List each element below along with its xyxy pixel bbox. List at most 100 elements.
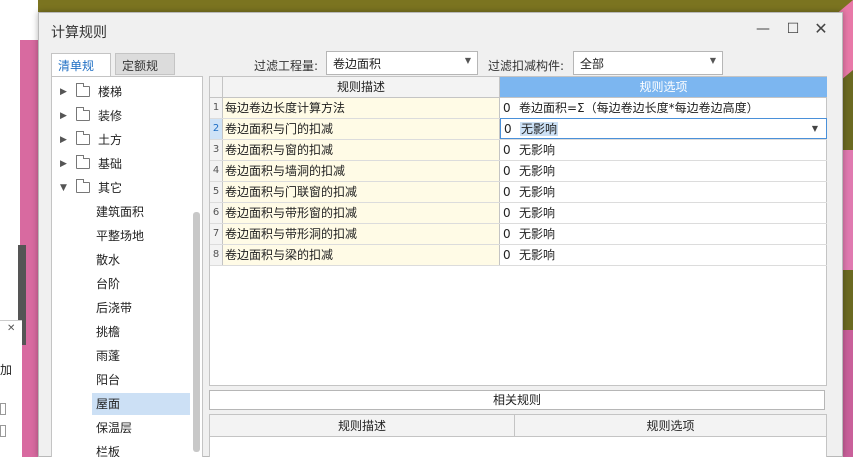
chevron-down-icon: ▼ <box>464 56 471 65</box>
option-value: 无影响 <box>519 143 556 157</box>
option-value: 无影响 <box>519 206 556 220</box>
row-number: 6 <box>210 203 223 223</box>
filter-quantity-label: 过滤工程量: <box>254 59 319 73</box>
filter-quantity-value: 卷边面积 <box>333 57 382 71</box>
option-code: 0 <box>503 227 511 241</box>
tree-item-parapet[interactable]: 栏板 <box>92 441 190 457</box>
tree-folder-foundation[interactable]: ▶ 基础 <box>52 153 192 175</box>
rule-desc-cell: 每边卷边长度计算方法 <box>223 98 500 118</box>
rule-option-cell[interactable]: 0 卷边面积=Σ（每边卷边长度*每边卷边高度） <box>500 98 827 118</box>
minimize-button[interactable]: — <box>753 19 773 39</box>
option-code: 0 <box>504 122 512 136</box>
tree-item-insulation[interactable]: 保温层 <box>92 417 190 439</box>
desktop-background-top <box>0 0 853 12</box>
tree-item-roof[interactable]: 屋面 <box>92 393 190 415</box>
rule-desc-cell: 卷边面积与带形洞的扣减 <box>223 224 500 244</box>
background-side-panel: ✕ 加 <box>0 320 22 457</box>
calc-rules-dialog: 计算规则 — ☐ ✕ 清单规则 定额规则 过滤工程量: 卷边面积 ▼ 过滤扣减构… <box>38 12 843 457</box>
rule-desc-cell: 卷边面积与门联窗的扣减 <box>223 182 500 202</box>
chevron-down-icon: ▼ <box>709 56 716 65</box>
table-row[interactable]: 2 卷边面积与门的扣减 0 无影响 ▼ <box>210 118 827 140</box>
grid-corner <box>210 77 223 98</box>
chevron-right-icon[interactable]: ▶ <box>60 81 67 103</box>
table-row[interactable]: 5 卷边面积与门联窗的扣减 0 无影响 <box>210 182 827 203</box>
tree-item-eave[interactable]: 挑檐 <box>92 321 190 343</box>
option-code: 0 <box>503 248 511 262</box>
option-value: 无影响 <box>519 185 556 199</box>
tree-item-balcony[interactable]: 阳台 <box>92 369 190 391</box>
rule-option-cell[interactable]: 0 无影响 <box>500 203 827 223</box>
row-number: 8 <box>210 245 223 265</box>
filter-deduct-value: 全部 <box>580 57 605 71</box>
tab-quota-rules[interactable]: 定额规则 <box>115 53 175 90</box>
title-bar[interactable]: 计算规则 — ☐ ✕ <box>39 13 842 49</box>
rule-option-cell[interactable]: 0 无影响 <box>500 245 827 265</box>
option-code: 0 <box>503 143 511 157</box>
folder-icon <box>76 107 90 121</box>
table-row[interactable]: 8 卷边面积与梁的扣减 0 无影响 <box>210 245 827 266</box>
rule-option-dropdown[interactable]: 0 无影响 ▼ <box>500 118 827 139</box>
row-number: 3 <box>210 140 223 160</box>
maximize-button[interactable]: ☐ <box>783 19 803 39</box>
tree-folder-label: 土方 <box>98 133 123 147</box>
row-number: 4 <box>210 161 223 181</box>
filter-deduct-select[interactable]: 全部 ▼ <box>573 51 723 75</box>
close-button[interactable]: ✕ <box>811 19 831 39</box>
close-icon[interactable]: ✕ <box>7 323 15 334</box>
chevron-right-icon[interactable]: ▶ <box>60 105 67 127</box>
tab-list-rules[interactable]: 清单规则 <box>51 53 111 90</box>
option-value: 卷边面积=Σ（每边卷边长度*每边卷边高度） <box>519 101 759 115</box>
rule-desc-cell: 卷边面积与墙洞的扣减 <box>223 161 500 181</box>
rule-option-cell[interactable]: 0 无影响 <box>500 161 827 181</box>
option-code: 0 <box>503 185 511 199</box>
table-row[interactable]: 4 卷边面积与墙洞的扣减 0 无影响 <box>210 161 827 182</box>
tree-item-apron[interactable]: 散水 <box>92 249 190 271</box>
chevron-right-icon[interactable]: ▶ <box>60 153 67 175</box>
tree-folder-label: 基础 <box>98 157 123 171</box>
tree-item-steps[interactable]: 台阶 <box>92 273 190 295</box>
table-row[interactable]: 7 卷边面积与带形洞的扣减 0 无影响 <box>210 224 827 245</box>
option-value: 无影响 <box>519 248 556 262</box>
related-rules-button[interactable]: 相关规则 <box>209 390 825 410</box>
rule-option-cell[interactable]: 0 无影响 <box>500 182 827 202</box>
tree-item-canopy[interactable]: 雨蓬 <box>92 345 190 367</box>
tree-item-building-area[interactable]: 建筑面积 <box>92 201 190 223</box>
tree-folder-earthwork[interactable]: ▶ 土方 <box>52 129 192 151</box>
table-row[interactable]: 3 卷边面积与窗的扣减 0 无影响 <box>210 140 827 161</box>
tree-item-post-pour-strip[interactable]: 后浇带 <box>92 297 190 319</box>
option-value: 无影响 <box>520 122 559 136</box>
tree-item-site-leveling[interactable]: 平整场地 <box>92 225 190 247</box>
table-row[interactable]: 1 每边卷边长度计算方法 0 卷边面积=Σ（每边卷边长度*每边卷边高度） <box>210 98 827 119</box>
chevron-down-icon[interactable]: ▼ <box>60 177 67 199</box>
column-header-option: 规则选项 <box>500 77 827 98</box>
rule-desc-cell: 卷边面积与窗的扣减 <box>223 140 500 160</box>
component-tree: ▶ 楼梯 ▶ 装修 ▶ 土方 ▶ 基础 ▼ 其它 建筑面积 平整场地 散水 台阶… <box>51 76 203 457</box>
side-panel-field[interactable] <box>0 425 6 437</box>
table-row[interactable]: 6 卷边面积与带形窗的扣减 0 无影响 <box>210 203 827 224</box>
chevron-down-icon[interactable]: ▼ <box>812 119 818 138</box>
option-value: 无影响 <box>519 227 556 241</box>
column-header-desc: 规则描述 <box>223 77 500 98</box>
tree-scrollbar[interactable] <box>193 212 200 452</box>
rule-desc-cell: 卷边面积与带形窗的扣减 <box>223 203 500 223</box>
rule-option-cell[interactable]: 0 无影响 <box>500 224 827 244</box>
column-header-option: 规则选项 <box>515 415 826 437</box>
row-number: 2 <box>210 119 223 139</box>
column-header-desc: 规则描述 <box>210 415 515 437</box>
dialog-title: 计算规则 <box>51 25 107 41</box>
rule-option-cell[interactable]: 0 无影响 <box>500 140 827 160</box>
folder-icon <box>76 155 90 169</box>
option-code: 0 <box>503 206 511 220</box>
folder-open-icon <box>76 179 90 193</box>
chevron-right-icon[interactable]: ▶ <box>60 129 67 151</box>
filter-quantity-select[interactable]: 卷边面积 ▼ <box>326 51 478 75</box>
tree-folder-label: 楼梯 <box>98 85 123 99</box>
tree-folder-other[interactable]: ▼ 其它 <box>52 177 192 199</box>
row-number: 5 <box>210 182 223 202</box>
tree-folder-decoration[interactable]: ▶ 装修 <box>52 105 192 127</box>
row-number: 7 <box>210 224 223 244</box>
side-panel-text: 加 <box>0 363 13 377</box>
folder-icon <box>76 131 90 145</box>
side-panel-field[interactable] <box>0 403 6 415</box>
tree-folder-stairs[interactable]: ▶ 楼梯 <box>52 81 192 103</box>
